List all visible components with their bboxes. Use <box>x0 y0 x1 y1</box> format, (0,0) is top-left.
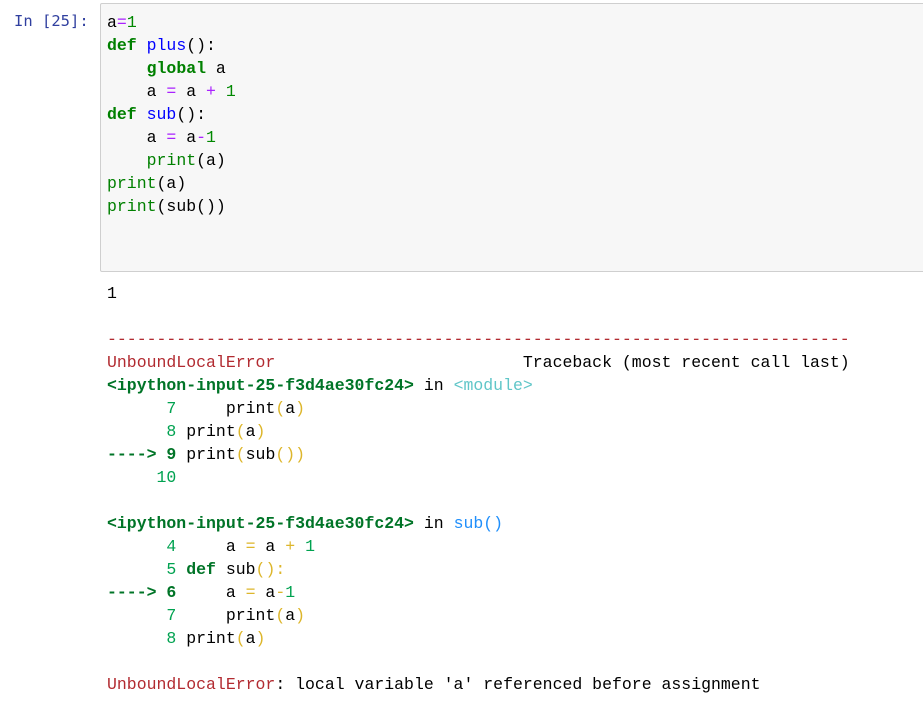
frame-1-line-9-code: print(sub()) <box>176 445 306 464</box>
code-line-6: a = a-1 <box>107 128 216 147</box>
frame-2-in: in <box>423 514 444 533</box>
frame-2-line-6-code: a = a-1 <box>176 583 296 602</box>
code-line-5: def sub(): <box>107 105 207 124</box>
frame-2-line-6-marker: ----> 6 <box>107 583 177 602</box>
code-line-8: print(a) <box>107 174 187 193</box>
frame-2-line-7-code: print(a) <box>176 606 306 625</box>
frame-1-scope: <module> <box>453 376 533 395</box>
frame-1-line-9-marker: ----> 9 <box>107 445 177 464</box>
code-line-2: def plus(): <box>107 36 216 55</box>
traceback-separator: ----------------------------------------… <box>107 330 850 349</box>
frame-2-line-7-marker: 7 <box>107 606 177 625</box>
cell-prompt: In [25]: <box>14 12 89 30</box>
frame-2-line-5-marker: 5 <box>107 560 177 579</box>
frame-2-line-4-marker: 4 <box>107 537 177 556</box>
cell-output: 1 --------------------------------------… <box>107 282 850 696</box>
frame-1-line-8-code: print(a) <box>176 422 266 441</box>
code-line-7: print(a) <box>146 151 226 170</box>
code-line-3: global a <box>146 59 226 78</box>
stdout-text: 1 <box>107 284 117 303</box>
frame-2-line-8-code: print(a) <box>176 629 266 648</box>
code-line-1: a=1 <box>107 13 137 32</box>
frame-1-line-7-marker: 7 <box>107 399 177 418</box>
code-line-4: a = a + 1 <box>107 82 236 101</box>
traceback-header: Traceback (most recent call last) <box>522 353 850 372</box>
frame-1-in: in <box>423 376 444 395</box>
frame-2-line-8-marker: 8 <box>107 629 177 648</box>
code-editor[interactable]: a=1 def plus(): global a a = a + 1 def s… <box>107 11 236 218</box>
frame-1-line-10-marker: 10 <box>107 468 177 487</box>
error-name: UnboundLocalError <box>107 353 276 372</box>
frame-2-scope: sub() <box>453 514 504 533</box>
frame-1-line-8-marker: 8 <box>107 422 177 441</box>
frame-1-location: <ipython-input-25-f3d4ae30fc24> <box>107 376 414 395</box>
final-error-name: UnboundLocalError <box>107 675 276 694</box>
frame-2-line-5-code: def sub(): <box>186 560 286 579</box>
frame-2-location: <ipython-input-25-f3d4ae30fc24> <box>107 514 414 533</box>
code-line-9: print(sub()) <box>107 197 226 216</box>
frame-1-line-7-code: print(a) <box>176 399 306 418</box>
final-error-message: : local variable 'a' referenced before a… <box>275 675 761 694</box>
frame-2-line-4-code: a = a + 1 <box>176 537 315 556</box>
